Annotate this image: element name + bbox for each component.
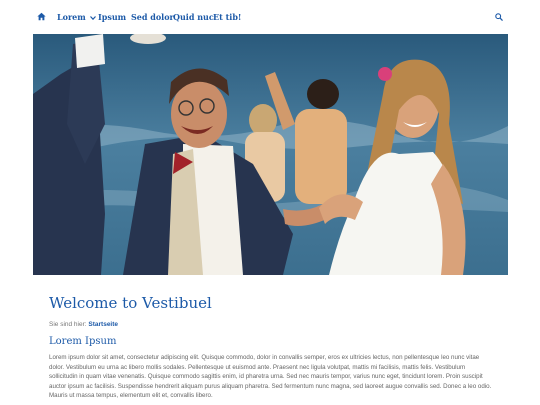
nav-item-et-tib[interactable]: Et tib! xyxy=(213,0,241,34)
top-navigation: Lorem Ipsum Sed dolor Quid nuc Et tib! xyxy=(0,0,540,34)
breadcrumb-prefix: Sie sind hier: xyxy=(49,321,87,328)
breadcrumb-link-home[interactable]: Startseite xyxy=(88,321,118,328)
section-title: Lorem Ipsum xyxy=(49,336,117,347)
nav-item-lorem[interactable]: Lorem xyxy=(57,0,96,34)
nav-item-quid-nuc[interactable]: Quid nuc xyxy=(173,0,214,34)
chevron-down-icon xyxy=(89,16,96,20)
nav-item-label: Lorem xyxy=(57,12,86,22)
nav-item-ipsum[interactable]: Ipsum xyxy=(98,0,126,34)
page-title: Welcome to Vestibuel xyxy=(49,294,212,312)
hero-image xyxy=(33,34,508,275)
main-content: Welcome to Vestibuel Sie sind hier: Star… xyxy=(49,292,495,401)
body-paragraph: Lorem ipsum dolor sit amet, consectetur … xyxy=(49,354,492,400)
search-icon[interactable] xyxy=(495,13,503,21)
breadcrumb: Sie sind hier: Startseite xyxy=(49,321,495,328)
hero-photo xyxy=(33,34,508,275)
nav-item-sed-dolor[interactable]: Sed dolor xyxy=(131,0,174,34)
home-icon[interactable] xyxy=(37,12,46,21)
